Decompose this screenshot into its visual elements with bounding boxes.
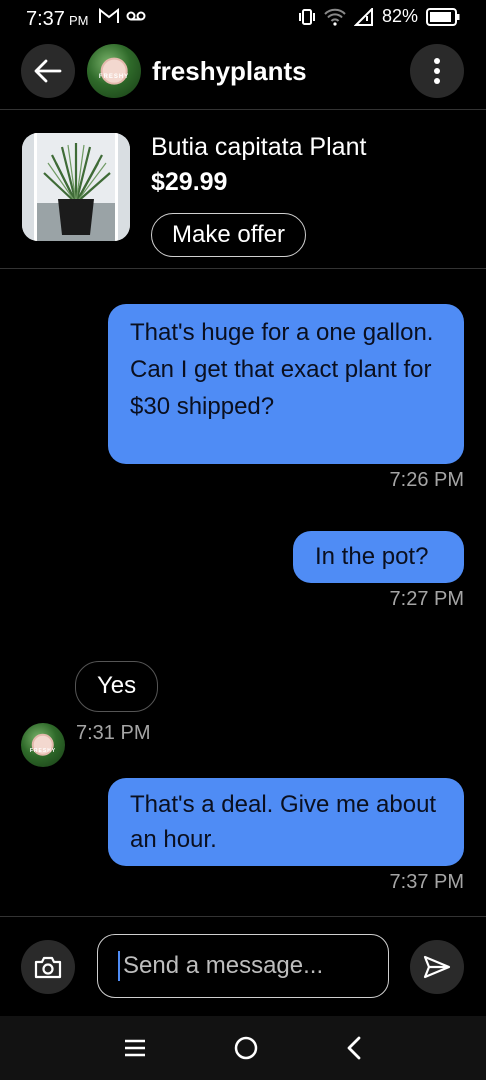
message-input-container[interactable] <box>97 934 389 998</box>
vibrate-icon <box>298 8 315 25</box>
signal-icon <box>353 7 373 26</box>
avatar-tag: FRESHY <box>98 74 130 81</box>
arrow-left-icon <box>34 59 62 83</box>
header-divider <box>0 109 486 110</box>
message-bubble-outgoing[interactable]: In the pot? <box>293 531 464 583</box>
message-timestamp: 7:37 PM <box>389 871 464 893</box>
back-nav-icon[interactable] <box>345 1035 363 1061</box>
plant-image <box>22 133 130 241</box>
recent-apps-icon[interactable] <box>123 1038 147 1058</box>
product-price: $29.99 <box>151 168 228 196</box>
send-icon <box>423 955 451 979</box>
avatar[interactable]: FRESHY <box>87 44 141 98</box>
system-navigation-bar <box>0 1016 486 1080</box>
status-bar: 7:37 PM 82% <box>0 0 486 36</box>
message-bubble-incoming[interactable]: Yes <box>75 661 159 712</box>
wifi-icon <box>324 8 346 26</box>
make-offer-button[interactable]: Make offer <box>151 213 306 257</box>
notification-icons <box>98 7 146 25</box>
product-divider <box>0 268 486 269</box>
message-bubble-outgoing[interactable]: That's huge for a one gallon. Can I get … <box>108 304 464 464</box>
camera-button[interactable] <box>21 940 75 994</box>
voicemail-icon <box>126 11 146 21</box>
sender-avatar[interactable]: FRESHY <box>21 723 65 767</box>
status-time: 7:37 PM <box>26 8 89 30</box>
battery-icon <box>426 7 460 26</box>
text-cursor <box>118 951 120 981</box>
message-timestamp: 7:27 PM <box>389 588 464 610</box>
send-button[interactable] <box>410 940 464 994</box>
message-timestamp: 7:31 PM <box>76 722 151 744</box>
message-timestamp: 7:26 PM <box>389 469 464 491</box>
message-input[interactable] <box>121 951 375 981</box>
camera-icon <box>34 956 62 979</box>
home-icon[interactable] <box>233 1035 259 1061</box>
product-image[interactable] <box>22 133 130 241</box>
back-button[interactable] <box>21 44 75 98</box>
battery-percent: 82% <box>381 6 418 26</box>
avatar-logo <box>100 57 128 85</box>
status-right: 82% <box>298 6 460 27</box>
message-bubble-outgoing[interactable]: That's a deal. Give me about an hour. <box>108 778 464 866</box>
username[interactable]: freshyplants <box>152 56 307 87</box>
more-vertical-icon <box>434 58 440 84</box>
gmail-icon <box>99 7 119 23</box>
product-title[interactable]: Butia capitata Plant <box>151 133 366 162</box>
avatar-tag: FRESHY <box>29 747 57 754</box>
more-options-button[interactable] <box>410 44 464 98</box>
composer-divider <box>0 916 486 917</box>
